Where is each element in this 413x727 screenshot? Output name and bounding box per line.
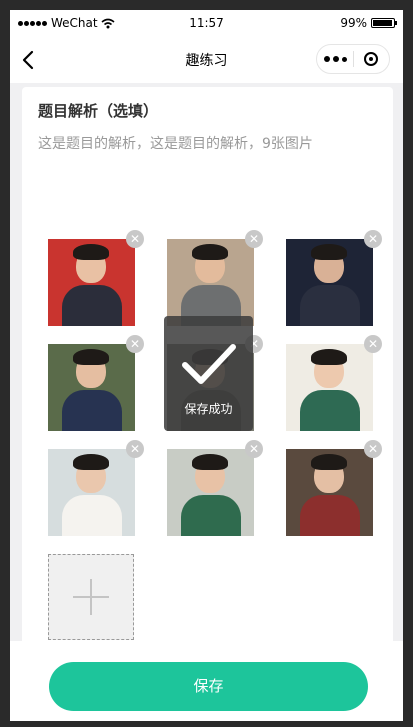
battery-percent: 99%	[340, 16, 367, 30]
image-thumb[interactable]: ✕	[286, 440, 382, 536]
image-thumb[interactable]: ✕	[286, 335, 382, 431]
status-right: 99%	[340, 16, 397, 30]
more-dots-icon	[323, 56, 330, 62]
save-button[interactable]: 保存	[49, 662, 368, 711]
save-success-toast: 保存成功	[164, 316, 253, 431]
image-thumb[interactable]: ✕	[167, 230, 263, 326]
delete-image-icon[interactable]: ✕	[364, 335, 382, 353]
status-bar: WeChat 11:57 99%	[10, 10, 403, 37]
delete-image-icon[interactable]: ✕	[126, 230, 144, 248]
delete-image-icon[interactable]: ✕	[364, 440, 382, 458]
image-thumb[interactable]: ✕	[48, 335, 144, 431]
close-program-button[interactable]	[354, 45, 389, 73]
nav-bar: 趣练习	[10, 37, 403, 83]
phone-screen: WeChat 11:57 99% 趣练习 题目解析（选填） 这是题目的解析，这是…	[10, 10, 403, 721]
image-thumb[interactable]: ✕	[48, 230, 144, 326]
delete-image-icon[interactable]: ✕	[245, 230, 263, 248]
delete-image-icon[interactable]: ✕	[126, 440, 144, 458]
toast-text: 保存成功	[184, 402, 233, 416]
add-image-button[interactable]	[48, 554, 134, 640]
more-button[interactable]	[317, 45, 353, 73]
target-circle-icon	[364, 52, 379, 66]
image-thumb[interactable]: ✕	[286, 230, 382, 326]
image-thumb[interactable]: ✕	[167, 440, 263, 536]
delete-image-icon[interactable]: ✕	[364, 230, 382, 248]
delete-image-icon[interactable]: ✕	[245, 440, 263, 458]
bottom-bar: 保存	[10, 641, 403, 721]
analysis-text[interactable]: 这是题目的解析，这是题目的解析，9张图片	[38, 133, 313, 153]
image-thumb[interactable]: ✕	[48, 440, 144, 536]
section-title: 题目解析（选填）	[38, 102, 159, 120]
delete-image-icon[interactable]: ✕	[126, 335, 144, 353]
checkmark-icon	[182, 344, 236, 384]
battery-icon	[371, 18, 397, 28]
mini-program-capsule	[316, 44, 390, 74]
